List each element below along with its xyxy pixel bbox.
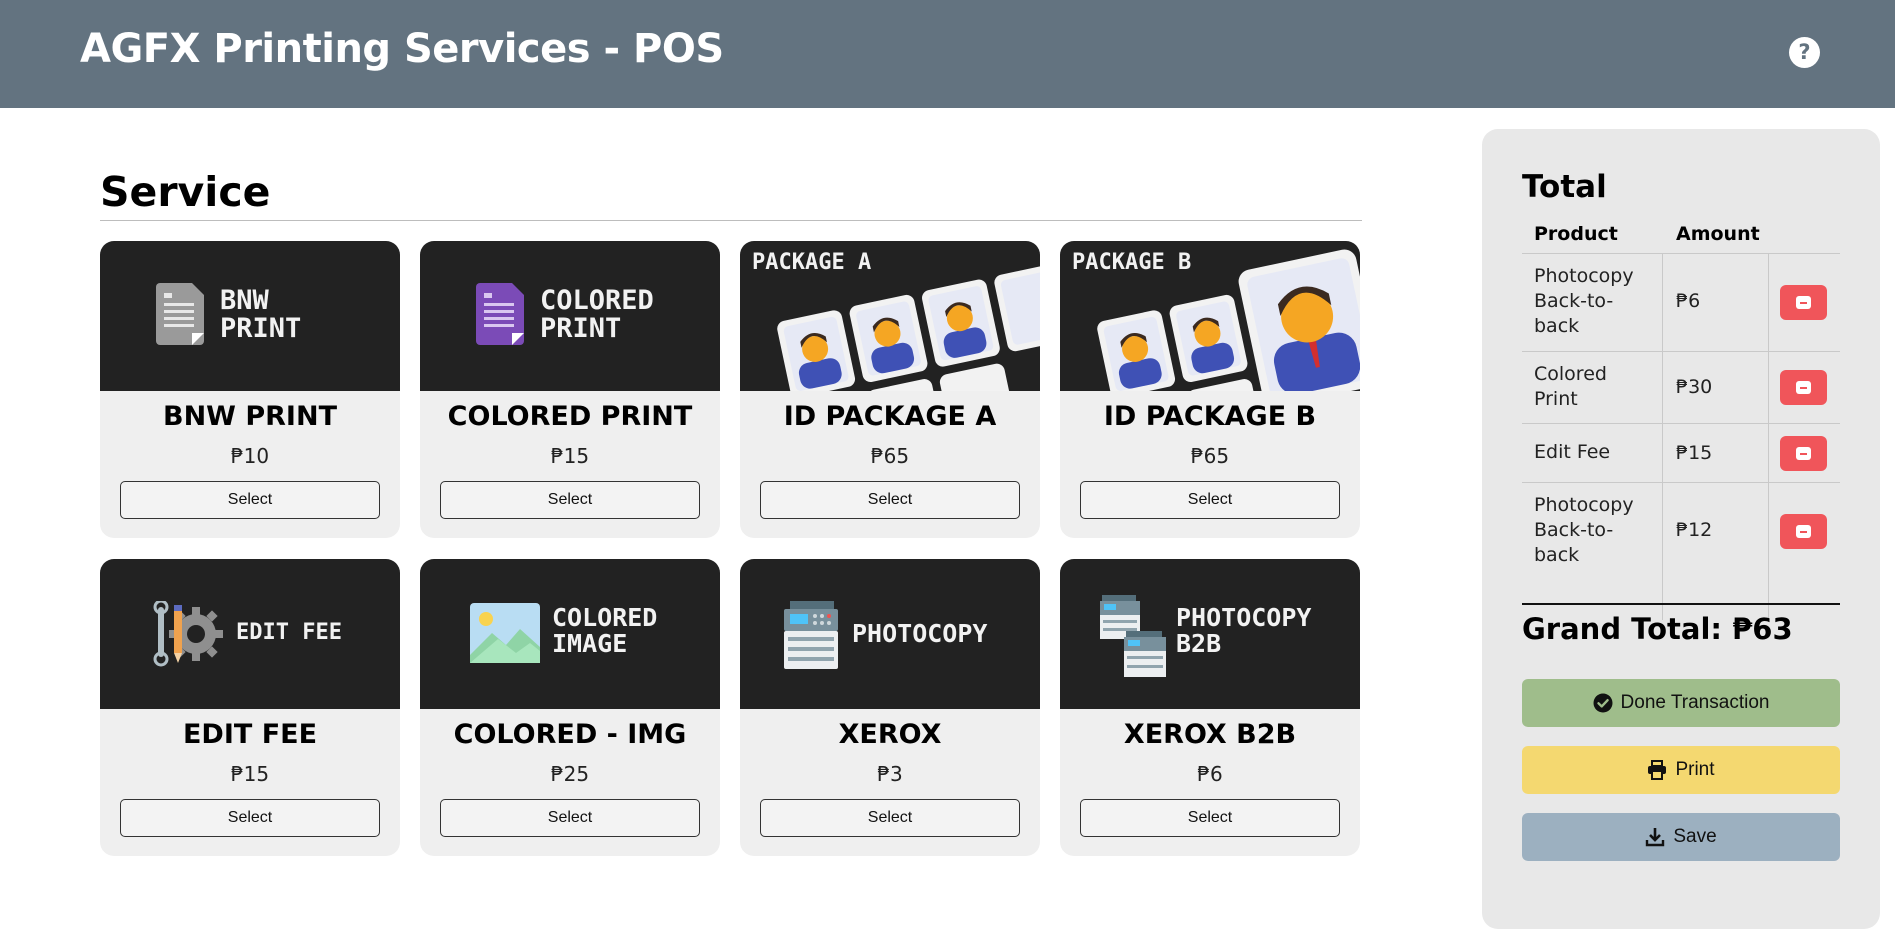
service-name: COLORED - IMG bbox=[453, 719, 687, 750]
service-price: ₱3 bbox=[877, 762, 903, 786]
service-price: ₱15 bbox=[550, 444, 590, 468]
service-card-colored-print: COLORED PRINT COLORED PRINT ₱15 Select bbox=[420, 241, 720, 538]
thumbnail-label: PACKAGE A bbox=[752, 250, 872, 275]
document-icon bbox=[156, 283, 204, 345]
select-button[interactable]: Select bbox=[1080, 799, 1340, 837]
cart-item-amount: ₱15 bbox=[1676, 442, 1713, 464]
remove-item-button[interactable] bbox=[1780, 514, 1827, 549]
minus-icon bbox=[1796, 525, 1811, 538]
thumbnail-label: EDIT FEE bbox=[236, 620, 342, 645]
thumbnail-label: COLORED IMAGE bbox=[552, 603, 658, 659]
service-name: EDIT FEE bbox=[182, 719, 318, 750]
grand-total: Grand Total: ₱63 bbox=[1522, 612, 1793, 646]
service-price: ₱6 bbox=[1197, 762, 1223, 786]
service-thumbnail: EDIT FEE bbox=[100, 559, 400, 709]
remove-item-button[interactable] bbox=[1780, 285, 1827, 320]
service-card-id-package-b: PACKAGE B ID PACKAGE B ₱65 Select bbox=[1060, 241, 1360, 538]
section-divider bbox=[100, 220, 1362, 221]
column-divider bbox=[1662, 253, 1663, 620]
cart-row: Photocopy Back-to-back ₱6 bbox=[1522, 253, 1840, 351]
cart-row: Colored Print ₱30 bbox=[1522, 351, 1840, 423]
select-button[interactable]: Select bbox=[760, 481, 1020, 519]
service-card-bnw-print: BNW PRINT BNW PRINT ₱10 Select bbox=[100, 241, 400, 538]
select-button[interactable]: Select bbox=[760, 799, 1020, 837]
service-name: ID PACKAGE A bbox=[783, 401, 997, 432]
amount-column-header: Amount bbox=[1676, 223, 1760, 245]
service-name: ID PACKAGE B bbox=[1103, 401, 1317, 432]
service-name: COLORED PRINT bbox=[447, 401, 693, 432]
image-icon bbox=[470, 603, 540, 663]
remove-item-button[interactable] bbox=[1780, 370, 1827, 405]
select-button[interactable]: Select bbox=[1080, 481, 1340, 519]
tools-gear-icon bbox=[153, 601, 223, 667]
service-name: XEROX B2B bbox=[1123, 719, 1297, 750]
select-button[interactable]: Select bbox=[440, 799, 700, 837]
service-thumbnail: COLORED PRINT bbox=[420, 241, 720, 391]
remove-item-button[interactable] bbox=[1780, 436, 1827, 471]
cart-header-row: Product Amount bbox=[1522, 213, 1840, 253]
service-price: ₱65 bbox=[870, 444, 910, 468]
service-thumbnail: BNW PRINT bbox=[100, 241, 400, 391]
cart-item-amount: ₱30 bbox=[1676, 376, 1713, 398]
save-label: Save bbox=[1673, 826, 1717, 847]
service-price: ₱65 bbox=[1190, 444, 1230, 468]
service-card-xerox-b2b: PHOTOCOPY B2B XEROX B2B ₱6 Select bbox=[1060, 559, 1360, 856]
section-title: Service bbox=[100, 168, 271, 216]
thumbnail-label: PHOTOCOPY B2B bbox=[1176, 603, 1312, 659]
service-card-edit-fee: EDIT FEE EDIT FEE ₱15 Select bbox=[100, 559, 400, 856]
print-label: Print bbox=[1675, 759, 1715, 780]
help-icon[interactable]: ? bbox=[1789, 37, 1820, 68]
save-button[interactable]: Save bbox=[1522, 813, 1840, 861]
cart-panel: Total Product Amount Photocopy Back-to-ba… bbox=[1482, 129, 1880, 929]
app-title: AGFX Printing Services - POS bbox=[80, 26, 724, 72]
grand-total-divider bbox=[1522, 603, 1840, 605]
select-button[interactable]: Select bbox=[120, 481, 380, 519]
service-card-colored-img: COLORED IMAGE COLORED - IMG ₱25 Select bbox=[420, 559, 720, 856]
thumbnail-label: BNW PRINT bbox=[220, 285, 302, 345]
service-price: ₱15 bbox=[230, 762, 270, 786]
top-bar: AGFX Printing Services - POS ? bbox=[0, 0, 1895, 108]
cart-item-product: Colored Print bbox=[1534, 363, 1607, 410]
done-transaction-label: Done Transaction bbox=[1620, 692, 1770, 713]
service-thumbnail: COLORED IMAGE bbox=[420, 559, 720, 709]
service-price: ₱10 bbox=[230, 444, 270, 468]
cart-row: Edit Fee ₱15 bbox=[1522, 423, 1840, 482]
cart-row: Photocopy Back-to-back ₱12 bbox=[1522, 482, 1840, 580]
service-name: BNW PRINT bbox=[163, 401, 337, 432]
service-price: ₱25 bbox=[550, 762, 590, 786]
cart-item-amount: ₱12 bbox=[1676, 519, 1713, 541]
thumbnail-label: PHOTOCOPY bbox=[852, 619, 988, 648]
column-divider bbox=[1768, 253, 1769, 620]
service-thumbnail: PHOTOCOPY B2B bbox=[1060, 559, 1360, 709]
cart-item-product: Edit Fee bbox=[1534, 441, 1611, 463]
service-thumbnail: PACKAGE A bbox=[740, 241, 1040, 391]
minus-icon bbox=[1796, 296, 1811, 309]
service-card-id-package-a: PACKAGE A ID PACKAGE A ₱65 Select bbox=[740, 241, 1040, 538]
thumbnail-label: COLORED PRINT bbox=[540, 285, 654, 345]
service-name: XEROX bbox=[838, 719, 942, 750]
cart-item-product: Photocopy Back-to-back bbox=[1534, 494, 1634, 566]
cart-title: Total bbox=[1522, 169, 1607, 205]
product-column-header: Product bbox=[1534, 223, 1618, 245]
purple-document-icon bbox=[476, 283, 524, 345]
thumbnail-label: PACKAGE B bbox=[1072, 250, 1192, 275]
print-button[interactable]: Print bbox=[1522, 746, 1840, 794]
service-thumbnail: PHOTOCOPY bbox=[740, 559, 1040, 709]
cart-item-product: Photocopy Back-to-back bbox=[1534, 265, 1634, 337]
cart-table: Product Amount Photocopy Back-to-back ₱6 … bbox=[1522, 213, 1840, 620]
minus-icon bbox=[1796, 381, 1811, 394]
service-thumbnail: PACKAGE B bbox=[1060, 241, 1360, 391]
printer-icon bbox=[1648, 760, 1667, 780]
check-circle-icon bbox=[1593, 693, 1613, 713]
done-transaction-button[interactable]: Done Transaction bbox=[1522, 679, 1840, 727]
double-copier-icon bbox=[1100, 595, 1166, 677]
download-icon bbox=[1646, 828, 1665, 847]
cart-item-amount: ₱6 bbox=[1676, 290, 1701, 312]
service-card-xerox: PHOTOCOPY XEROX ₱3 Select bbox=[740, 559, 1040, 856]
minus-icon bbox=[1796, 447, 1811, 460]
copier-icon bbox=[784, 601, 838, 669]
select-button[interactable]: Select bbox=[440, 481, 700, 519]
select-button[interactable]: Select bbox=[120, 799, 380, 837]
